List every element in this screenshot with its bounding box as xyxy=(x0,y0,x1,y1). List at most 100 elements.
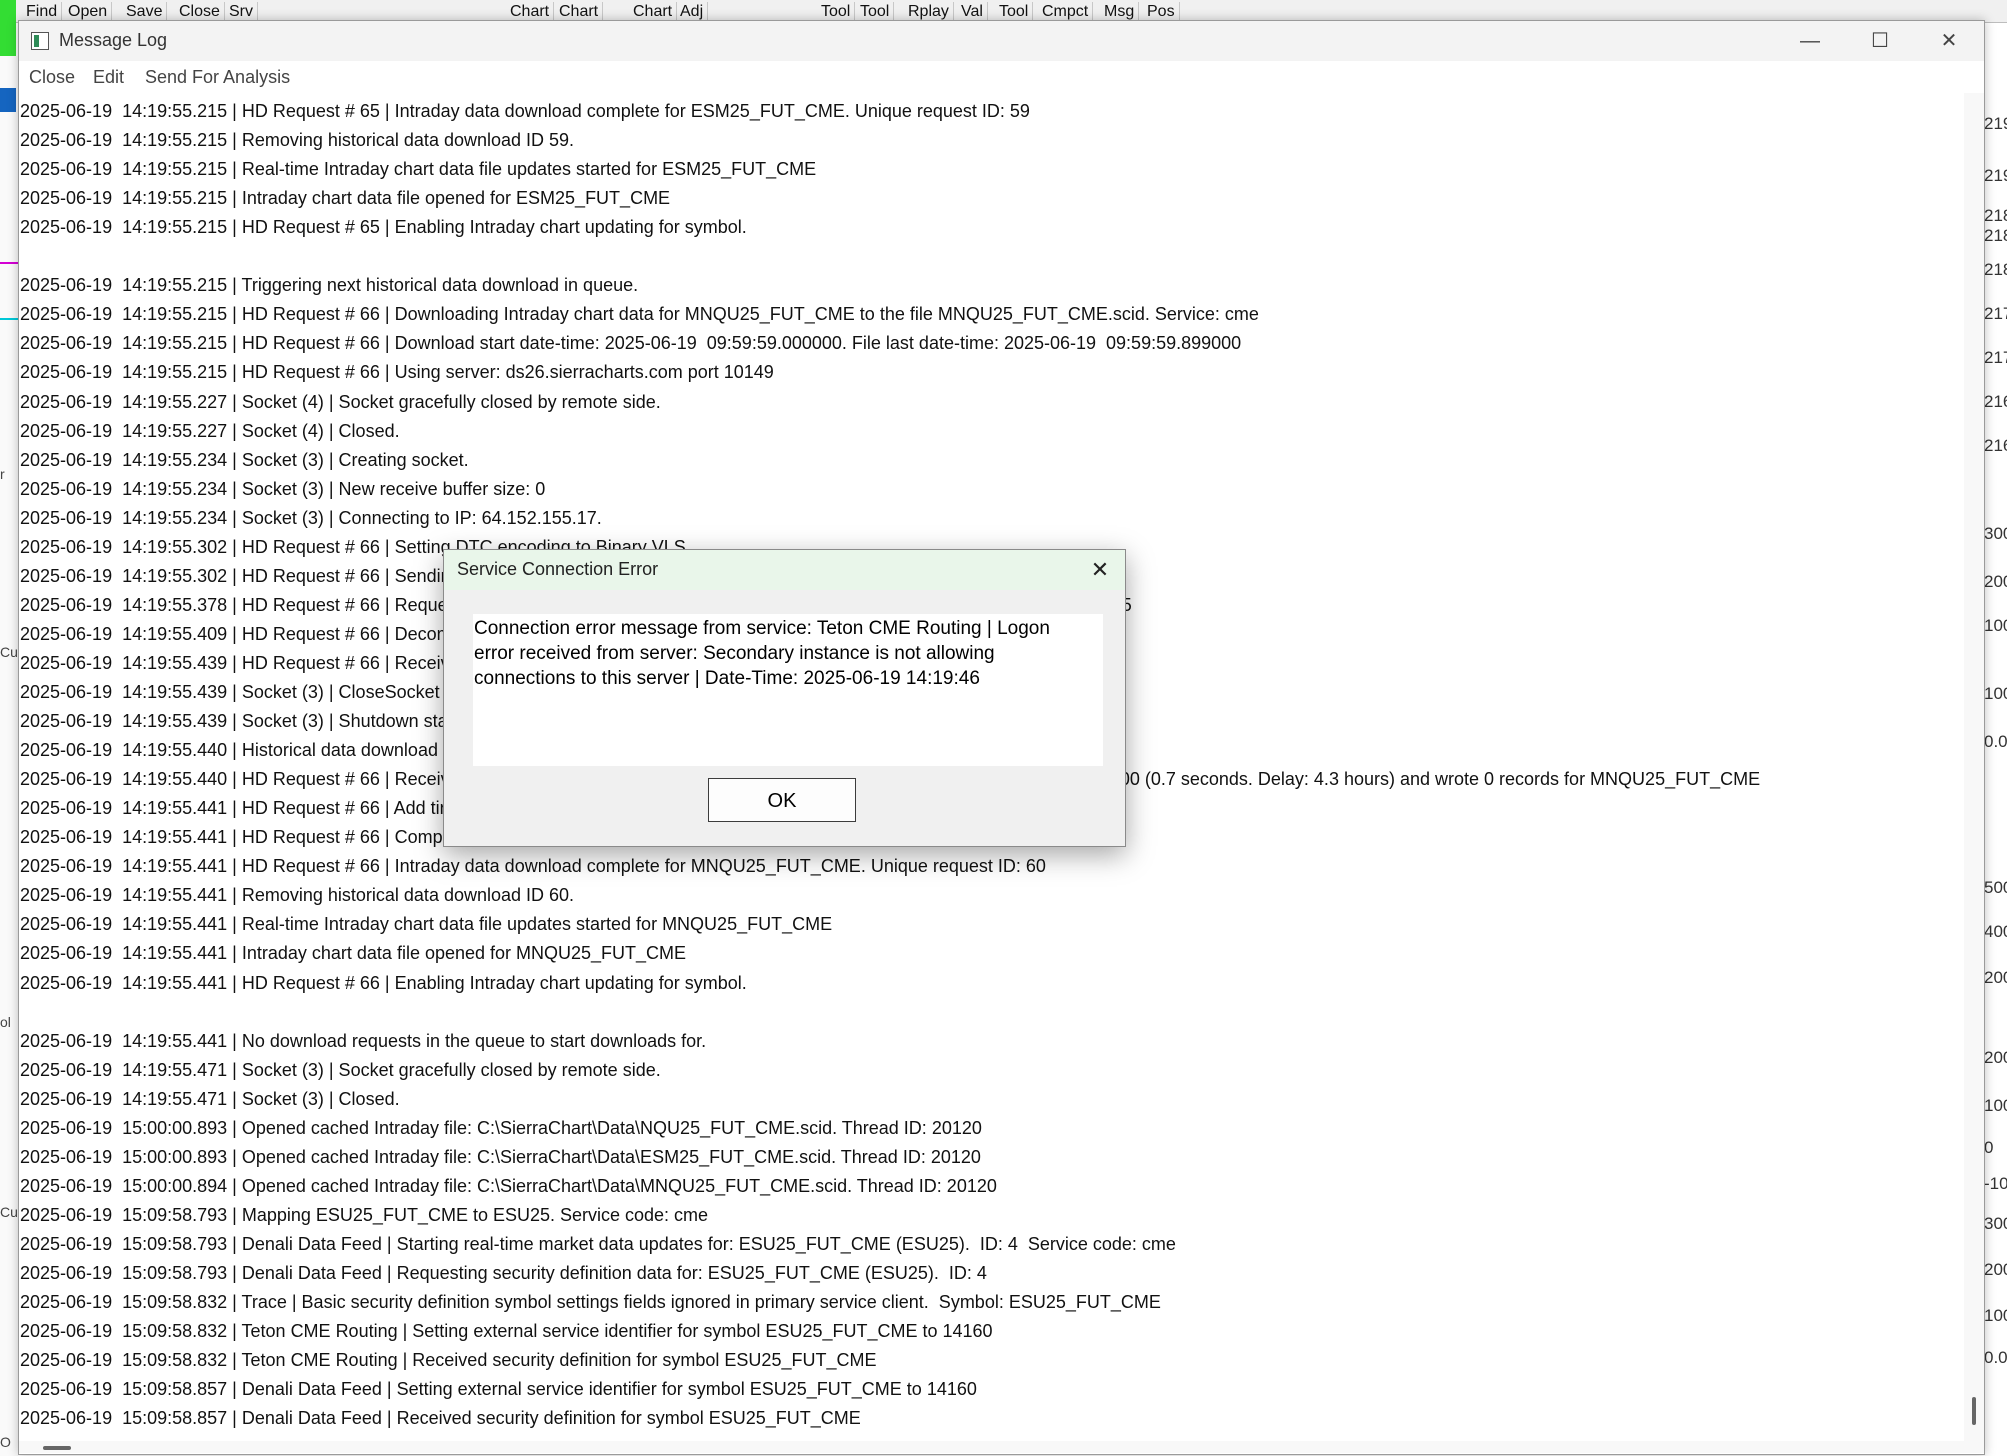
log-line: 2025-06-19 14:19:55.215 | HD Request # 6… xyxy=(20,217,747,237)
toolbar-button[interactable]: Chart xyxy=(629,2,678,20)
log-line: 2025-06-19 14:19:55.215 | HD Request # 6… xyxy=(20,362,774,382)
price-axis-label: 200 xyxy=(1984,1048,2007,1067)
background-left-label: Cu xyxy=(0,1204,18,1220)
toolbar-button[interactable]: Tool xyxy=(817,2,856,20)
maximize-icon[interactable]: ☐ xyxy=(1845,21,1915,61)
toolbar-button[interactable]: Chart xyxy=(506,2,555,20)
price-axis-label: 216 xyxy=(1984,392,2007,411)
vertical-scroll-thumb[interactable] xyxy=(1972,1397,1976,1425)
toolbar-button[interactable]: Srv xyxy=(225,2,258,20)
log-line: 2025-06-19 14:19:55.215 | Real-time Intr… xyxy=(20,159,817,179)
toolbar-button[interactable]: Chart xyxy=(555,2,604,20)
background-left-label: O xyxy=(0,1434,11,1450)
log-line: 2025-06-19 14:19:55.215 | HD Request # 6… xyxy=(20,101,1030,121)
dialog-message-box: Connection error message from service: T… xyxy=(473,614,1103,766)
app-icon xyxy=(31,32,49,50)
price-axis-label: 0.00 xyxy=(1984,732,2007,751)
toolbar-button[interactable]: Save xyxy=(122,2,168,20)
log-line: 2025-06-19 14:19:55.441 | Removing histo… xyxy=(20,885,575,905)
log-line: 2025-06-19 14:19:55.227 | Socket (4) | S… xyxy=(20,392,661,412)
toolbar-button[interactable]: Rplay xyxy=(904,2,954,20)
log-line: 2025-06-19 14:19:55.215 | Triggering nex… xyxy=(20,275,639,295)
log-line: 2025-06-19 15:00:00.894 | Opened cached … xyxy=(20,1176,997,1196)
log-line: 2025-06-19 14:19:55.441 | Real-time Intr… xyxy=(20,914,833,934)
background-left-label: r xyxy=(0,466,5,482)
log-line: 2025-06-19 14:19:55.234 | Socket (3) | C… xyxy=(20,508,602,528)
price-axis-label: 100 xyxy=(1984,1306,2007,1325)
dialog-titlebar[interactable]: Service Connection Error ✕ xyxy=(444,550,1125,590)
toolbar-button[interactable]: Find xyxy=(22,2,63,20)
toolbar-button[interactable]: Tool xyxy=(856,2,895,20)
menu-send-for-analysis[interactable]: Send For Analysis xyxy=(145,67,290,88)
background-cyan-line xyxy=(0,318,18,320)
log-line: 2025-06-19 14:19:55.471 | Socket (3) | S… xyxy=(20,1060,661,1080)
ok-button[interactable]: OK xyxy=(708,778,856,822)
background-left-label: ol xyxy=(0,1014,11,1030)
log-line: 2025-06-19 15:00:00.893 | Opened cached … xyxy=(20,1147,981,1167)
background-green-marker xyxy=(0,0,16,56)
log-line: 2025-06-19 14:19:55.215 | Removing histo… xyxy=(20,130,575,150)
dialog-title: Service Connection Error xyxy=(457,559,659,579)
toolbar-button[interactable]: Msg xyxy=(1100,2,1140,20)
price-axis-label: 100 xyxy=(1984,684,2007,703)
log-line: 2025-06-19 15:09:58.832 | Trace | Basic … xyxy=(20,1292,1161,1312)
menu-close[interactable]: Close xyxy=(29,67,75,88)
price-axis-label: 300 xyxy=(1984,1214,2007,1233)
price-axis-label: 200 xyxy=(1984,1260,2007,1279)
toolbar-button[interactable]: Pos xyxy=(1143,2,1180,20)
log-line: 2025-06-19 14:19:55.215 | HD Request # 6… xyxy=(20,304,1259,324)
log-line: 2025-06-19 14:19:55.215 | HD Request # 6… xyxy=(20,333,1242,353)
horizontal-scroll-thumb[interactable] xyxy=(43,1446,71,1450)
background-blue-marker xyxy=(0,88,16,112)
toolbar-button[interactable]: Val xyxy=(957,2,988,20)
toolbar-button[interactable]: Cmpct xyxy=(1038,2,1094,20)
window-titlebar[interactable]: Message Log — ☐ ✕ xyxy=(19,21,1984,61)
price-axis-label: 400 xyxy=(1984,922,2007,941)
toolbar-button[interactable]: Open xyxy=(64,2,113,20)
log-line: 2025-06-19 15:09:58.857 | Denali Data Fe… xyxy=(20,1379,977,1399)
toolbar-button[interactable]: Tool xyxy=(995,2,1034,20)
background-left-strip: 68rCuolCuO xyxy=(0,56,18,1456)
log-line: 2025-06-19 14:19:55.234 | Socket (3) | C… xyxy=(20,450,469,470)
horizontal-scrollbar[interactable] xyxy=(19,1441,1964,1453)
price-axis-label: 218 xyxy=(1984,260,2007,279)
dialog-close-icon[interactable]: ✕ xyxy=(1075,550,1125,590)
log-line: 2025-06-19 15:09:58.793 | Mapping ESU25_… xyxy=(20,1205,709,1225)
price-axis-label: 0 xyxy=(1984,1138,1994,1157)
toolbar-button[interactable]: Close xyxy=(175,2,225,20)
price-axis-label: 218 xyxy=(1984,206,2007,225)
dialog-message-line: connections to this server | Date-Time: … xyxy=(474,668,980,689)
log-line: 2025-06-19 14:19:55.441 | No download re… xyxy=(20,1031,707,1051)
price-axis-label: 218 xyxy=(1984,226,2007,245)
background-magenta-line xyxy=(0,262,18,264)
log-line: 2025-06-19 15:09:58.793 | Denali Data Fe… xyxy=(20,1263,987,1283)
price-axis-label: -100 xyxy=(1984,1174,2007,1193)
close-icon[interactable]: ✕ xyxy=(1914,21,1984,61)
background-price-axis: 2192192182182182172172162163002001001000… xyxy=(1984,56,2007,1456)
log-line: 2025-06-19 15:09:58.857 | Denali Data Fe… xyxy=(20,1408,861,1428)
vertical-scrollbar[interactable] xyxy=(1964,93,1984,1453)
price-axis-label: 300 xyxy=(1984,524,2007,543)
log-line: 2025-06-19 14:19:55.471 | Socket (3) | C… xyxy=(20,1089,400,1109)
price-axis-label: 219 xyxy=(1984,166,2007,185)
log-line: 2025-06-19 14:19:55.441 | Intraday chart… xyxy=(20,943,687,963)
price-axis-label: 217 xyxy=(1984,304,2007,323)
log-line: 2025-06-19 14:19:55.234 | Socket (3) | N… xyxy=(20,479,546,499)
window-title: Message Log xyxy=(59,30,168,50)
price-axis-label: 0.00 xyxy=(1984,1348,2007,1367)
dialog-message-line: error received from server: Secondary in… xyxy=(474,643,995,664)
menu-edit[interactable]: Edit xyxy=(93,67,124,88)
price-axis-label: 500 xyxy=(1984,878,2007,897)
minimize-icon[interactable]: — xyxy=(1775,21,1845,61)
price-axis-label: 200 xyxy=(1984,968,2007,987)
price-axis-label: 217 xyxy=(1984,348,2007,367)
price-axis-label: 219 xyxy=(1984,114,2007,133)
menu-bar: Close Edit Send For Analysis xyxy=(19,63,1984,93)
log-line: 2025-06-19 15:09:58.832 | Teton CME Rout… xyxy=(20,1350,877,1370)
toolbar-button[interactable]: Adj xyxy=(676,2,709,20)
log-line: 2025-06-19 15:00:00.893 | Opened cached … xyxy=(20,1118,982,1138)
log-line: 2025-06-19 15:09:58.832 | Teton CME Rout… xyxy=(20,1321,993,1341)
log-line: 2025-06-19 14:19:55.441 | HD Request # 6… xyxy=(20,973,747,993)
